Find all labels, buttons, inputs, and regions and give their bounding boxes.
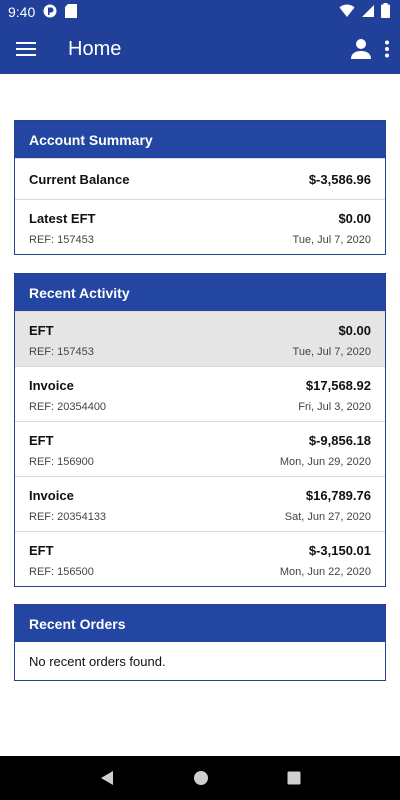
activity-date: Fri, Jul 3, 2020 — [298, 401, 371, 413]
latest-eft-date: Tue, Jul 7, 2020 — [292, 234, 371, 246]
recents-icon[interactable] — [287, 771, 301, 785]
activity-type: EFT — [29, 323, 54, 338]
status-bar: 9:40 — [0, 0, 400, 24]
more-options-icon[interactable] — [384, 40, 390, 58]
activity-type: EFT — [29, 543, 54, 558]
activity-type: EFT — [29, 433, 54, 448]
current-balance-label: Current Balance — [29, 171, 130, 187]
back-icon[interactable] — [99, 770, 115, 786]
activity-row[interactable]: Invoice $17,568.92 REF: 20354400 Fri, Ju… — [15, 366, 385, 421]
activity-ref: REF: 156900 — [29, 456, 94, 468]
latest-eft-row[interactable]: Latest EFT $0.00 REF: 157453 Tue, Jul 7,… — [15, 199, 385, 254]
home-icon[interactable] — [193, 770, 209, 786]
status-time: 9:40 — [8, 4, 36, 20]
activity-amount: $0.00 — [338, 323, 371, 338]
account-icon[interactable] — [350, 38, 372, 60]
activity-amount: $-9,856.18 — [308, 433, 371, 448]
recent-activity-header: Recent Activity — [15, 274, 385, 311]
activity-row[interactable]: EFT $-9,856.18 REF: 156900 Mon, Jun 29, … — [15, 421, 385, 476]
activity-ref: REF: 157453 — [29, 346, 94, 358]
sd-card-icon — [65, 3, 78, 21]
activity-date: Tue, Jul 7, 2020 — [292, 346, 371, 358]
activity-amount: $17,568.92 — [305, 378, 371, 393]
activity-date: Sat, Jun 27, 2020 — [284, 511, 371, 523]
recent-orders-header: Recent Orders — [15, 605, 385, 642]
latest-eft-ref: REF: 157453 — [29, 234, 94, 246]
navigation-bar — [0, 756, 400, 800]
battery-icon — [381, 3, 390, 21]
wifi-icon — [339, 4, 355, 21]
activity-type: Invoice — [29, 378, 74, 393]
latest-eft-label: Latest EFT — [29, 211, 96, 226]
current-balance-amount: $-3,586.96 — [308, 171, 371, 187]
activity-date: Mon, Jun 22, 2020 — [279, 566, 371, 578]
activity-ref: REF: 20354133 — [29, 511, 107, 523]
recent-activity-card: Recent Activity EFT $0.00 REF: 157453 Tu… — [14, 273, 386, 587]
empty-orders-message: No recent orders found. — [29, 653, 166, 669]
page-title: Home — [68, 37, 122, 60]
activity-date: Mon, Jun 29, 2020 — [279, 456, 371, 468]
signal-icon — [361, 4, 375, 21]
activity-amount: $16,789.76 — [305, 488, 371, 503]
activity-ref: REF: 20354400 — [29, 401, 107, 413]
activity-row[interactable]: EFT $-3,150.01 REF: 156500 Mon, Jun 22, … — [15, 531, 385, 586]
activity-row[interactable]: EFT $0.00 REF: 157453 Tue, Jul 7, 2020 — [15, 311, 385, 366]
activity-type: Invoice — [29, 488, 74, 503]
app-bar: Home — [0, 24, 400, 74]
main-content: Account Summary Current Balance $-3,586.… — [0, 74, 400, 756]
activity-row[interactable]: Invoice $16,789.76 REF: 20354133 Sat, Ju… — [15, 476, 385, 531]
app-notification-icon — [43, 4, 57, 21]
activity-ref: REF: 156500 — [29, 566, 94, 578]
activity-amount: $-3,150.01 — [308, 543, 371, 558]
latest-eft-amount: $0.00 — [338, 211, 371, 226]
current-balance-row: Current Balance $-3,586.96 — [15, 158, 385, 199]
menu-icon[interactable] — [16, 41, 36, 57]
recent-orders-card: Recent Orders No recent orders found. — [14, 604, 386, 681]
account-summary-card: Account Summary Current Balance $-3,586.… — [14, 120, 386, 255]
account-summary-header: Account Summary — [15, 121, 385, 158]
